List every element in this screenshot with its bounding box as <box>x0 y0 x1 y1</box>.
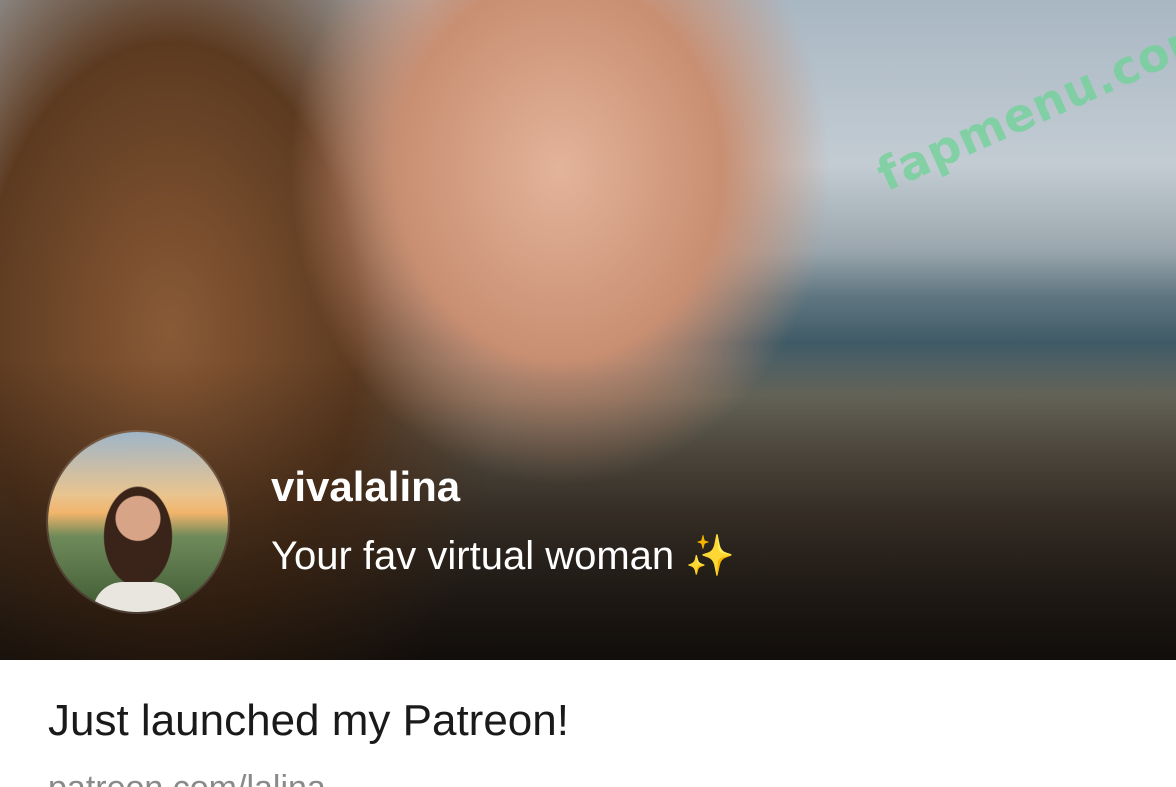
post-link[interactable]: patreon.com/lalina <box>48 768 326 787</box>
tagline-text: Your fav virtual woman <box>271 534 675 578</box>
watermark: fapmenu.com <box>869 4 1176 202</box>
avatar-clothing <box>93 582 183 612</box>
creator-tagline: Your fav virtual woman ✨ <box>271 532 735 580</box>
link-preview-card[interactable]: fapmenu.com vivalalina Your fav virtual … <box>0 0 1176 787</box>
post-title[interactable]: Just launched my Patreon! <box>48 694 569 748</box>
creator-name[interactable]: vivalalina <box>271 462 460 512</box>
avatar[interactable] <box>48 432 228 612</box>
sparkles-icon: ✨ <box>685 534 736 578</box>
